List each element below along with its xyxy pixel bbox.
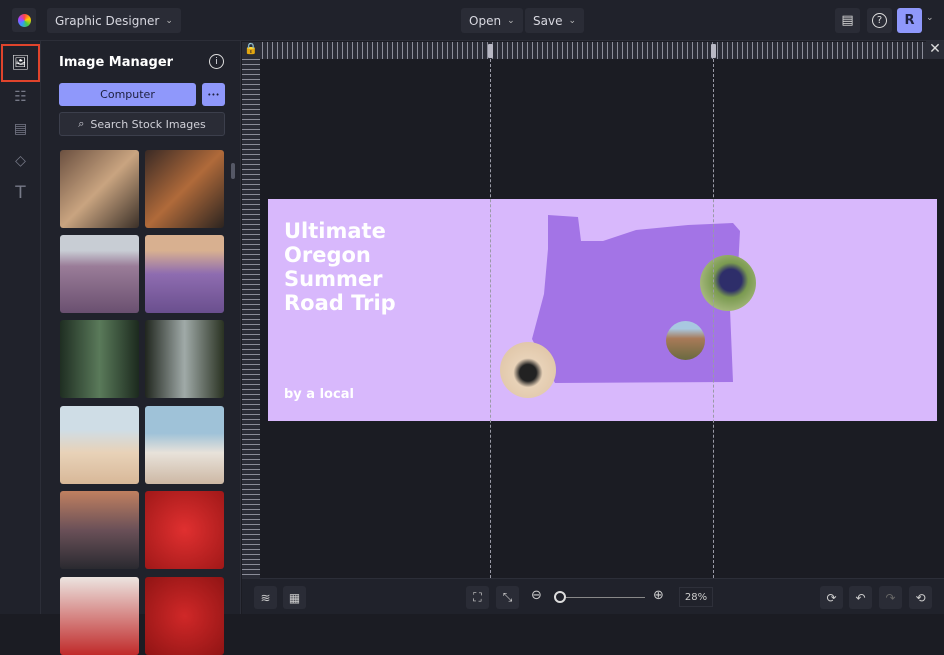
layers-icon: ≋ [260,590,271,605]
image-thumbnail[interactable] [60,150,139,228]
computer-label: Computer [100,88,155,101]
design-title[interactable]: Ultimate Oregon Summer Road Trip [284,219,396,315]
sliders-icon: ☷ [14,88,27,105]
title-line: Oregon [284,243,371,267]
more-icon: ••• [207,90,220,99]
save-label: Save [533,13,563,28]
mode-dropdown[interactable]: Graphic Designer ⌄ [47,8,181,33]
redo-icon: ↷ [885,590,896,605]
mode-label: Graphic Designer [55,13,160,28]
info-icon[interactable]: i [209,54,224,69]
elements-tool[interactable]: ◇ [10,150,31,171]
guide-line[interactable] [490,59,491,578]
history-button[interactable]: ⟲ [909,586,932,609]
image-thumbnail[interactable] [145,406,224,484]
title-line: Road Trip [284,291,396,315]
shrink-button[interactable]: ⤡ [496,586,519,609]
zoom-in-icon[interactable]: ⊕ [653,588,664,603]
zoom-slider-handle[interactable] [553,591,566,603]
close-rulers-icon[interactable]: ✕ [926,41,944,59]
undo-icon: ↶ [855,590,866,605]
app-logo[interactable] [12,8,36,32]
history-icon: ⟲ [915,590,926,605]
zoom-out-icon[interactable]: ⊖ [531,588,542,603]
text-tool[interactable]: T [10,182,31,203]
image-thumbnail[interactable] [60,235,139,313]
image-thumbnail[interactable] [145,577,224,655]
computer-upload-button[interactable]: Computer [59,83,196,106]
search-stock-button[interactable]: ⌕ Search Stock Images [59,112,225,136]
vertical-ruler[interactable] [242,59,260,578]
layers-button[interactable]: ≋ [254,586,277,609]
chevron-down-icon[interactable]: ⌄ [926,13,934,23]
avatar-initial: R [904,13,915,28]
layout-tool[interactable]: ▤ [10,118,31,139]
top-bar: Graphic Designer ⌄ Open ⌄ Save ⌄ ▤ ? R ⌄ [0,0,944,41]
guide-handle[interactable] [488,44,493,58]
chevron-down-icon: ⌄ [507,15,515,26]
image-thumbnail[interactable] [145,235,224,313]
refresh-icon: ⟳ [826,590,837,605]
comments-button[interactable]: ▤ [835,8,860,33]
bottom-toolbar: ≋ ▦ ⛶ ⤡ ⊖ ⊕ 28% ⟳ ↶ ↷ ⟲ [242,578,944,614]
image-thumbnail[interactable] [60,577,139,655]
save-button[interactable]: Save ⌄ [525,8,585,33]
search-icon: ⌕ [78,117,85,130]
image-thumbnail[interactable] [145,150,224,228]
rock-photo[interactable] [666,321,705,360]
help-icon: ? [872,13,887,28]
image-thumbnail[interactable] [60,406,139,484]
zoom-value: 28% [684,591,708,603]
tool-rail: 🖼 ☷ ▤ ◇ T [0,41,41,614]
panel-title: Image Manager [59,55,174,70]
lock-icon[interactable]: 🔒 [242,42,260,59]
image-thumbnail[interactable] [145,491,224,569]
fit-screen-button[interactable]: ⛶ [466,586,489,609]
text-icon: T [15,182,26,203]
open-button[interactable]: Open ⌄ [461,8,523,33]
design-canvas[interactable]: Ultimate Oregon Summer Road Trip by a lo… [268,199,937,421]
undo-button[interactable]: ↶ [849,586,872,609]
guide-line[interactable] [713,59,714,578]
panel-scrollbar[interactable] [231,163,235,179]
more-options-button[interactable]: ••• [202,83,225,106]
image-thumbnail[interactable] [60,491,139,569]
zoom-slider[interactable] [555,597,645,598]
grid-icon: ▦ [288,590,301,605]
adjust-tool[interactable]: ☷ [10,86,31,107]
redo-button[interactable]: ↷ [879,586,902,609]
title-line: Ultimate [284,219,386,243]
images-tool[interactable]: 🖼 [1,44,40,82]
zoom-level[interactable]: 28% [679,587,713,607]
grid-button[interactable]: ▦ [283,586,306,609]
logo-icon [17,13,31,27]
refresh-button[interactable]: ⟳ [820,586,843,609]
design-byline[interactable]: by a local [284,387,354,402]
shapes-icon: ◇ [15,152,26,169]
image-thumbnail[interactable] [145,320,224,398]
comment-icon: ▤ [841,13,854,28]
chevron-down-icon: ⌄ [568,15,577,26]
open-label: Open [469,13,502,28]
layout-icon: ▤ [13,120,28,137]
image-thumbnail[interactable] [60,320,139,398]
search-label: Search Stock Images [90,117,206,131]
title-line: Summer [284,267,383,291]
image-icon: 🖼 [11,55,30,71]
guide-handle[interactable] [711,44,716,58]
image-manager-panel: Image Manager i Computer ••• ⌕ Search Sto… [41,41,241,655]
collapse-icon: ⤡ [502,590,513,604]
help-button[interactable]: ? [867,8,892,33]
expand-icon: ⛶ [473,590,482,604]
user-avatar[interactable]: R [897,8,922,33]
grapes-photo[interactable] [700,255,756,311]
chevron-down-icon: ⌄ [165,15,173,26]
dune-buggy-photo[interactable] [500,342,556,398]
horizontal-ruler[interactable] [242,42,944,59]
